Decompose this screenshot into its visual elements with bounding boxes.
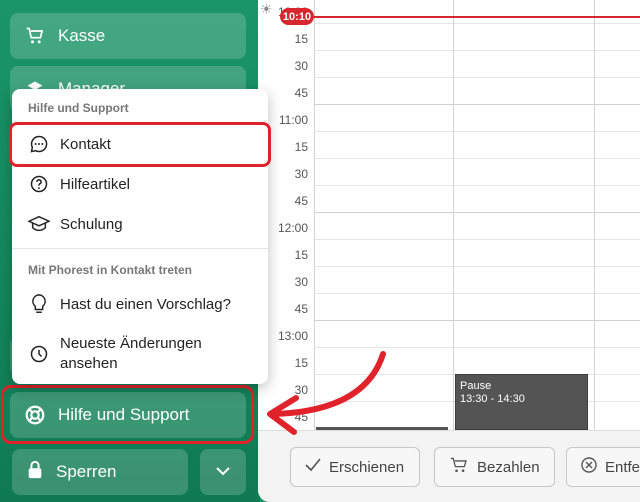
time-label: 45 (294, 86, 308, 100)
grid-row (314, 185, 640, 212)
erschienen-button[interactable]: Erschienen (290, 447, 420, 487)
remove-button[interactable]: Entfe (566, 447, 640, 487)
sidebar-item-kasse[interactable]: Kasse (10, 13, 246, 59)
menu-item-changes[interactable]: Neueste Änderungen ansehen (12, 333, 268, 375)
grid-row (314, 77, 640, 104)
time-label: 30 (294, 59, 308, 73)
graduation-cap-icon (28, 213, 50, 235)
grid-row (314, 347, 640, 374)
time-label: 45 (294, 410, 308, 424)
menu-item-label: Hast du einen Vorschlag? (60, 295, 231, 313)
menu-section-title: Mit Phorest in Kontakt treten (28, 263, 193, 277)
highlight-box-kontakt (9, 122, 271, 167)
time-label: 15 (294, 32, 308, 46)
lock-button[interactable]: Sperren (12, 449, 188, 495)
time-label: 13:00 (277, 329, 308, 343)
lock-label: Sperren (56, 462, 117, 481)
menu-item-label: Hilfeartikel (60, 175, 131, 193)
time-label: 12:00 (277, 221, 308, 235)
remove-label: Entfe (605, 458, 640, 476)
time-label: 15 (294, 248, 308, 262)
grid-row (314, 212, 640, 239)
current-time-line (298, 16, 640, 18)
grid-row (314, 239, 640, 266)
expand-button[interactable] (200, 449, 246, 495)
lock-icon (26, 460, 44, 485)
menu-item-schulung[interactable]: Schulung (12, 213, 268, 235)
time-label: 30 (294, 383, 308, 397)
chevron-down-icon (215, 463, 231, 481)
grid-row (314, 23, 640, 50)
grid-row (314, 266, 640, 293)
grid-row (314, 158, 640, 185)
menu-item-label: Neueste Änderungen ansehen (60, 335, 202, 372)
calendar-panel: ☀ 10:00 15 30 45 11:00 15 30 45 12:00 15… (258, 0, 640, 502)
cart-icon (449, 456, 469, 478)
sidebar-item-label: Kasse (58, 26, 106, 45)
clock-icon (28, 343, 50, 365)
column-divider (314, 0, 315, 430)
time-label: 15 (294, 140, 308, 154)
current-time-badge: 10:10 (280, 8, 314, 25)
bezahlen-button[interactable]: Bezahlen (434, 447, 555, 487)
bezahlen-label: Bezahlen (477, 458, 540, 476)
column-divider (453, 0, 454, 430)
sun-icon: ☀ (260, 1, 273, 17)
action-bar: Erschienen Bezahlen Entfe (258, 430, 640, 502)
time-label: 30 (294, 167, 308, 181)
grid-row (314, 293, 640, 320)
lightbulb-icon (28, 293, 50, 315)
cart-icon (24, 25, 46, 47)
x-circle-icon (581, 457, 597, 477)
grid-row (314, 131, 640, 158)
calendar-grid[interactable] (314, 0, 640, 430)
time-label: 45 (294, 194, 308, 208)
grid-row (314, 50, 640, 77)
pause-appointment[interactable]: Pause 13:30 - 14:30 (455, 374, 588, 430)
time-label: 11:00 (278, 113, 308, 127)
time-label: 45 (294, 302, 308, 316)
question-circle-icon (28, 173, 50, 195)
grid-row (314, 320, 640, 347)
erschienen-label: Erschienen (329, 458, 405, 476)
time-label: 30 (294, 275, 308, 289)
column-divider (594, 0, 595, 430)
time-label: 15 (294, 356, 308, 370)
menu-item-suggestion[interactable]: Hast du einen Vorschlag? (12, 293, 268, 315)
pause-time: 13:30 - 14:30 (460, 393, 525, 405)
menu-section-title: Hilfe und Support (28, 101, 129, 115)
check-icon (305, 458, 321, 476)
menu-item-label: Schulung (60, 215, 123, 233)
highlight-box-help (1, 385, 254, 444)
menu-item-hilfeartikel[interactable]: Hilfeartikel (12, 173, 268, 195)
grid-row (314, 104, 640, 131)
pause-title: Pause (460, 380, 492, 392)
menu-divider (12, 248, 268, 249)
